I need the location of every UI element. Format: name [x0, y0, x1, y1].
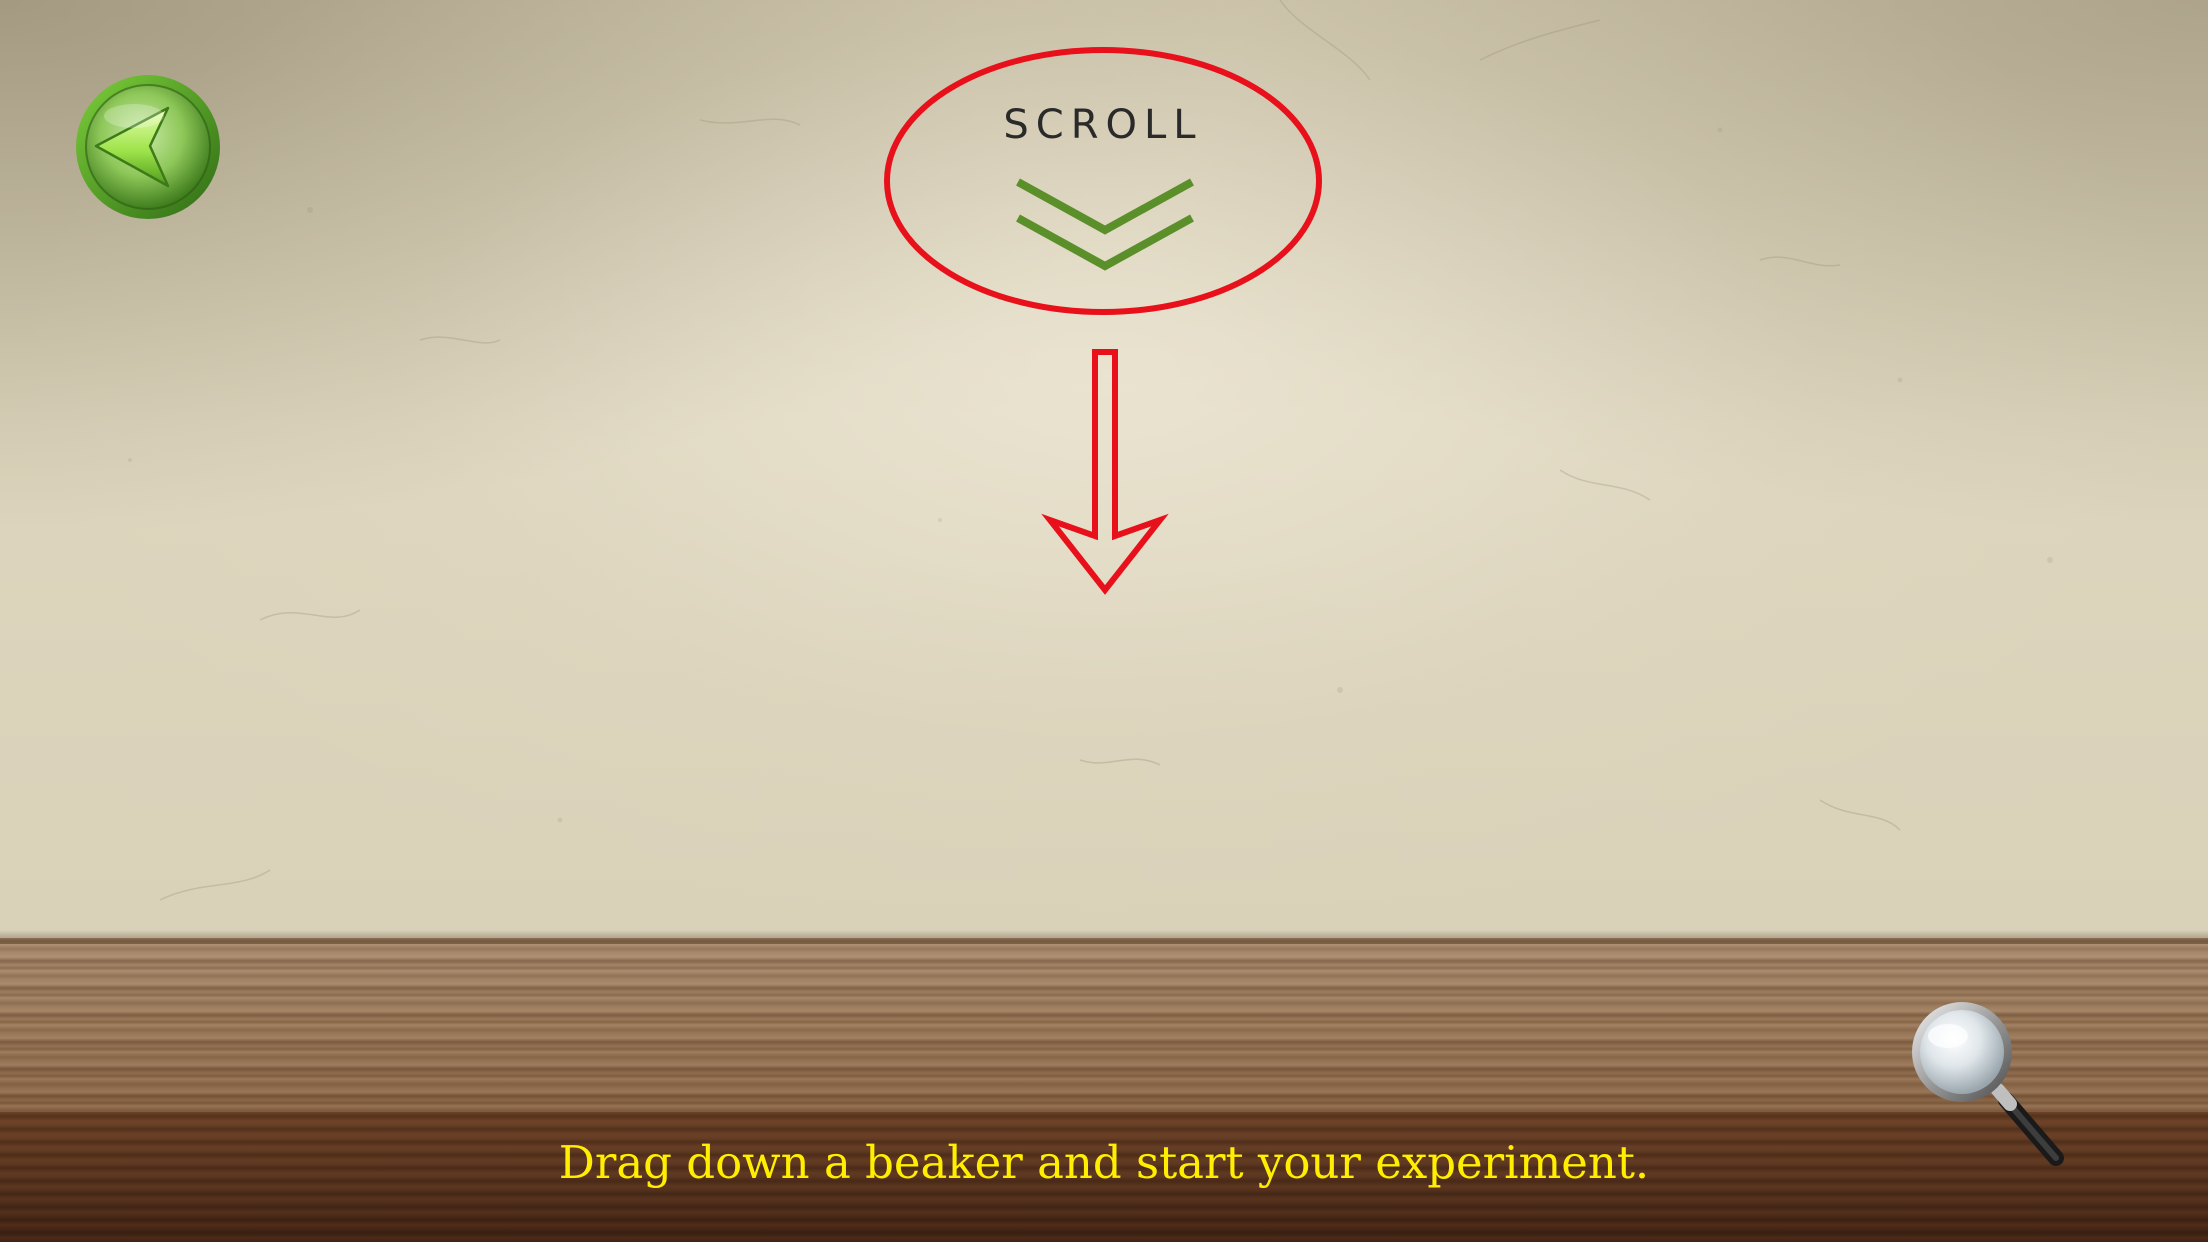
- magnifying-glass-icon: [1912, 1002, 2064, 1166]
- magnifier-button[interactable]: [1906, 996, 2070, 1170]
- down-arrow-icon: [1041, 349, 1169, 595]
- back-button[interactable]: [72, 70, 224, 224]
- scroll-hint: SCROLL: [880, 44, 1326, 320]
- game-scene: SCROLL Drag down a beaker and start your…: [0, 0, 2208, 1242]
- instruction-text: Drag down a beaker and start your experi…: [558, 1136, 1650, 1189]
- double-chevron-down-icon: [1016, 178, 1194, 271]
- table-shadow: [0, 930, 2208, 944]
- back-arrow-icon: [76, 75, 220, 219]
- scroll-label: SCROLL: [1003, 102, 1203, 148]
